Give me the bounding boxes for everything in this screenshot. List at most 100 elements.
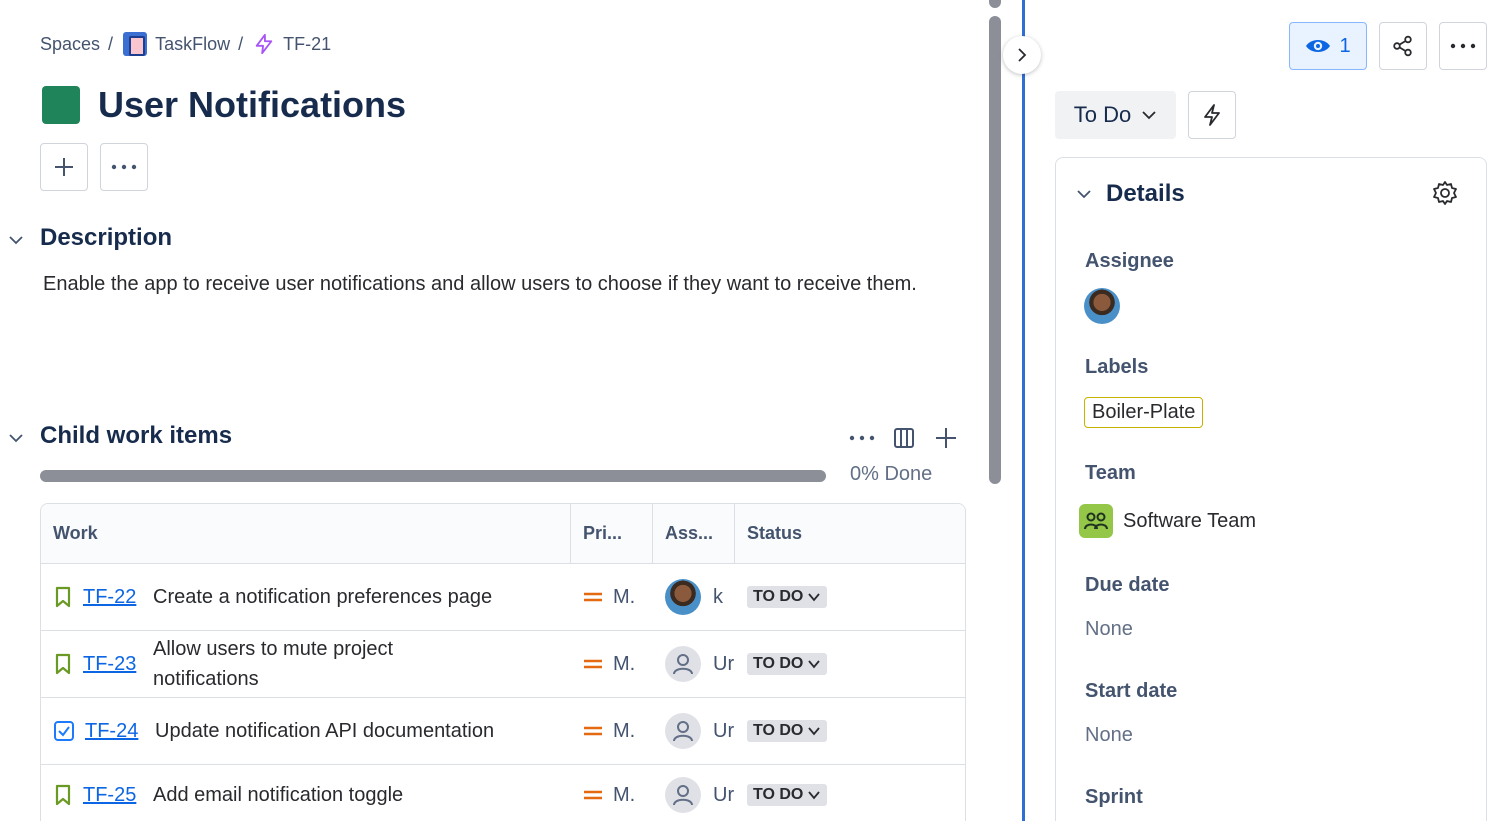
details-heading: Details xyxy=(1106,180,1185,207)
issue-summary[interactable]: Add email notification toggle xyxy=(153,780,493,810)
add-button[interactable] xyxy=(40,143,88,191)
chevron-down-icon[interactable] xyxy=(8,430,24,446)
assignee-name: k xyxy=(713,585,723,608)
people-icon xyxy=(1084,512,1108,530)
main-scrollbar[interactable] xyxy=(988,0,1002,821)
issue-key-link[interactable]: TF-22 xyxy=(83,586,143,609)
chevron-right-icon xyxy=(1018,48,1027,62)
issue-key-link[interactable]: TF-25 xyxy=(83,784,143,807)
column-header-work[interactable]: Work xyxy=(41,504,571,563)
due-date-value[interactable]: None xyxy=(1085,618,1133,641)
status-label: To Do xyxy=(1073,102,1132,127)
more-horizontal-icon xyxy=(1450,43,1476,49)
watchers-count: 1 xyxy=(1339,34,1351,57)
column-header-assignee[interactable]: Ass... xyxy=(653,504,735,563)
breadcrumb-separator: / xyxy=(238,33,244,54)
chevron-down-icon xyxy=(808,593,821,602)
table-row[interactable]: TF-22 Create a notification preferences … xyxy=(41,564,965,631)
automation-button[interactable] xyxy=(1188,91,1236,139)
priority-medium-icon xyxy=(584,592,602,602)
table-row[interactable]: TF-24 Update notification API documentat… xyxy=(41,698,965,765)
breadcrumb-issue-label: TF-21 xyxy=(283,33,332,54)
epic-lightning-icon xyxy=(255,33,273,55)
columns-icon[interactable] xyxy=(890,424,918,452)
breadcrumb-spaces[interactable]: Spaces xyxy=(40,34,100,55)
progress-label: 0% Done xyxy=(850,463,933,485)
more-horizontal-icon xyxy=(111,164,137,170)
avatar[interactable] xyxy=(665,777,701,813)
status-label: TO DO xyxy=(753,786,804,803)
issue-key-link[interactable]: TF-23 xyxy=(83,653,143,676)
column-header-status[interactable]: Status xyxy=(735,504,965,563)
scrollbar-cap xyxy=(989,0,1001,8)
status-dropdown-button[interactable]: To Do xyxy=(1055,91,1176,139)
team-value[interactable]: Software Team xyxy=(1079,504,1256,538)
share-button[interactable] xyxy=(1379,22,1427,70)
watch-button[interactable]: 1 xyxy=(1289,22,1367,70)
project-avatar-icon xyxy=(123,32,148,56)
team-icon xyxy=(1079,504,1113,538)
label-chip[interactable]: Boiler-Plate xyxy=(1084,397,1204,428)
lightning-icon xyxy=(1204,104,1220,126)
issue-summary[interactable]: Create a notification preferences page xyxy=(153,582,493,612)
issue-title-row: User Notifications xyxy=(42,84,406,126)
status-dropdown[interactable]: TO DO xyxy=(747,586,828,608)
collapse-panel-button[interactable] xyxy=(1003,36,1041,74)
status-dropdown[interactable]: TO DO xyxy=(747,653,828,675)
details-toggle[interactable]: Details xyxy=(1076,180,1185,208)
status-dropdown[interactable]: TO DO xyxy=(747,784,828,806)
status-label: TO DO xyxy=(753,722,804,739)
more-horizontal-icon[interactable] xyxy=(848,424,876,452)
child-items-heading: Child work items xyxy=(40,422,233,449)
user-icon xyxy=(673,654,693,675)
avatar[interactable] xyxy=(665,713,701,749)
breadcrumb-separator: / xyxy=(108,33,114,54)
chevron-down-icon xyxy=(808,791,821,800)
story-icon xyxy=(55,586,71,608)
priority-label: M. xyxy=(613,719,636,742)
avatar[interactable] xyxy=(665,646,701,682)
priority-medium-icon xyxy=(584,659,602,669)
more-actions-button[interactable] xyxy=(100,143,148,191)
priority-label: M. xyxy=(613,652,636,675)
column-header-priority[interactable]: Pri... xyxy=(571,504,653,563)
child-items-toolbar xyxy=(848,424,960,452)
status-label: TO DO xyxy=(753,655,804,672)
story-icon xyxy=(55,653,71,675)
sprint-field-label: Sprint xyxy=(1085,786,1143,808)
child-progress-bar xyxy=(40,470,826,482)
issue-key-link[interactable]: TF-24 xyxy=(85,720,145,743)
scrollbar-thumb[interactable] xyxy=(989,16,1001,484)
user-icon xyxy=(673,721,693,742)
status-dropdown[interactable]: TO DO xyxy=(747,720,828,742)
team-name: Software Team xyxy=(1123,509,1257,532)
issue-summary[interactable]: Update notification API documentation xyxy=(155,716,495,746)
start-date-field-label: Start date xyxy=(1085,680,1178,702)
table-row[interactable]: TF-25 Add email notification toggle M. U… xyxy=(41,765,965,821)
child-items-table: Work Pri... Ass... Status TF-22 Create a… xyxy=(40,503,966,821)
breadcrumb-issue[interactable]: TF-21 xyxy=(253,33,331,55)
description-text[interactable]: Enable the app to receive user notificat… xyxy=(43,266,923,302)
panel-resize-divider[interactable] xyxy=(1022,0,1025,821)
details-panel: Details Assignee Labels Boiler-Plate Tea… xyxy=(1055,157,1487,821)
assignee-name: Ur xyxy=(713,783,735,806)
more-actions-button[interactable] xyxy=(1439,22,1487,70)
team-field-label: Team xyxy=(1085,462,1136,484)
breadcrumb: Spaces / TaskFlow / TF-21 xyxy=(40,32,331,56)
start-date-value[interactable]: None xyxy=(1085,724,1133,747)
plus-icon[interactable] xyxy=(932,424,960,452)
assignee-avatar[interactable] xyxy=(1084,288,1120,324)
issue-summary[interactable]: Allow users to mute project notification… xyxy=(153,634,493,694)
chevron-down-icon[interactable] xyxy=(8,232,24,248)
labels-field-label: Labels xyxy=(1085,356,1149,378)
priority-label: M. xyxy=(613,783,636,806)
breadcrumb-project-label: TaskFlow xyxy=(155,33,231,54)
page-title[interactable]: User Notifications xyxy=(98,84,406,126)
gear-icon[interactable] xyxy=(1432,180,1458,206)
issue-main-panel: Spaces / TaskFlow / TF-21 User Notificat… xyxy=(0,0,985,821)
breadcrumb-project[interactable]: TaskFlow xyxy=(123,32,230,56)
story-icon xyxy=(55,784,71,806)
table-row[interactable]: TF-23 Allow users to mute project notifi… xyxy=(41,631,965,698)
priority-label: M. xyxy=(613,585,636,608)
avatar[interactable] xyxy=(665,579,701,615)
